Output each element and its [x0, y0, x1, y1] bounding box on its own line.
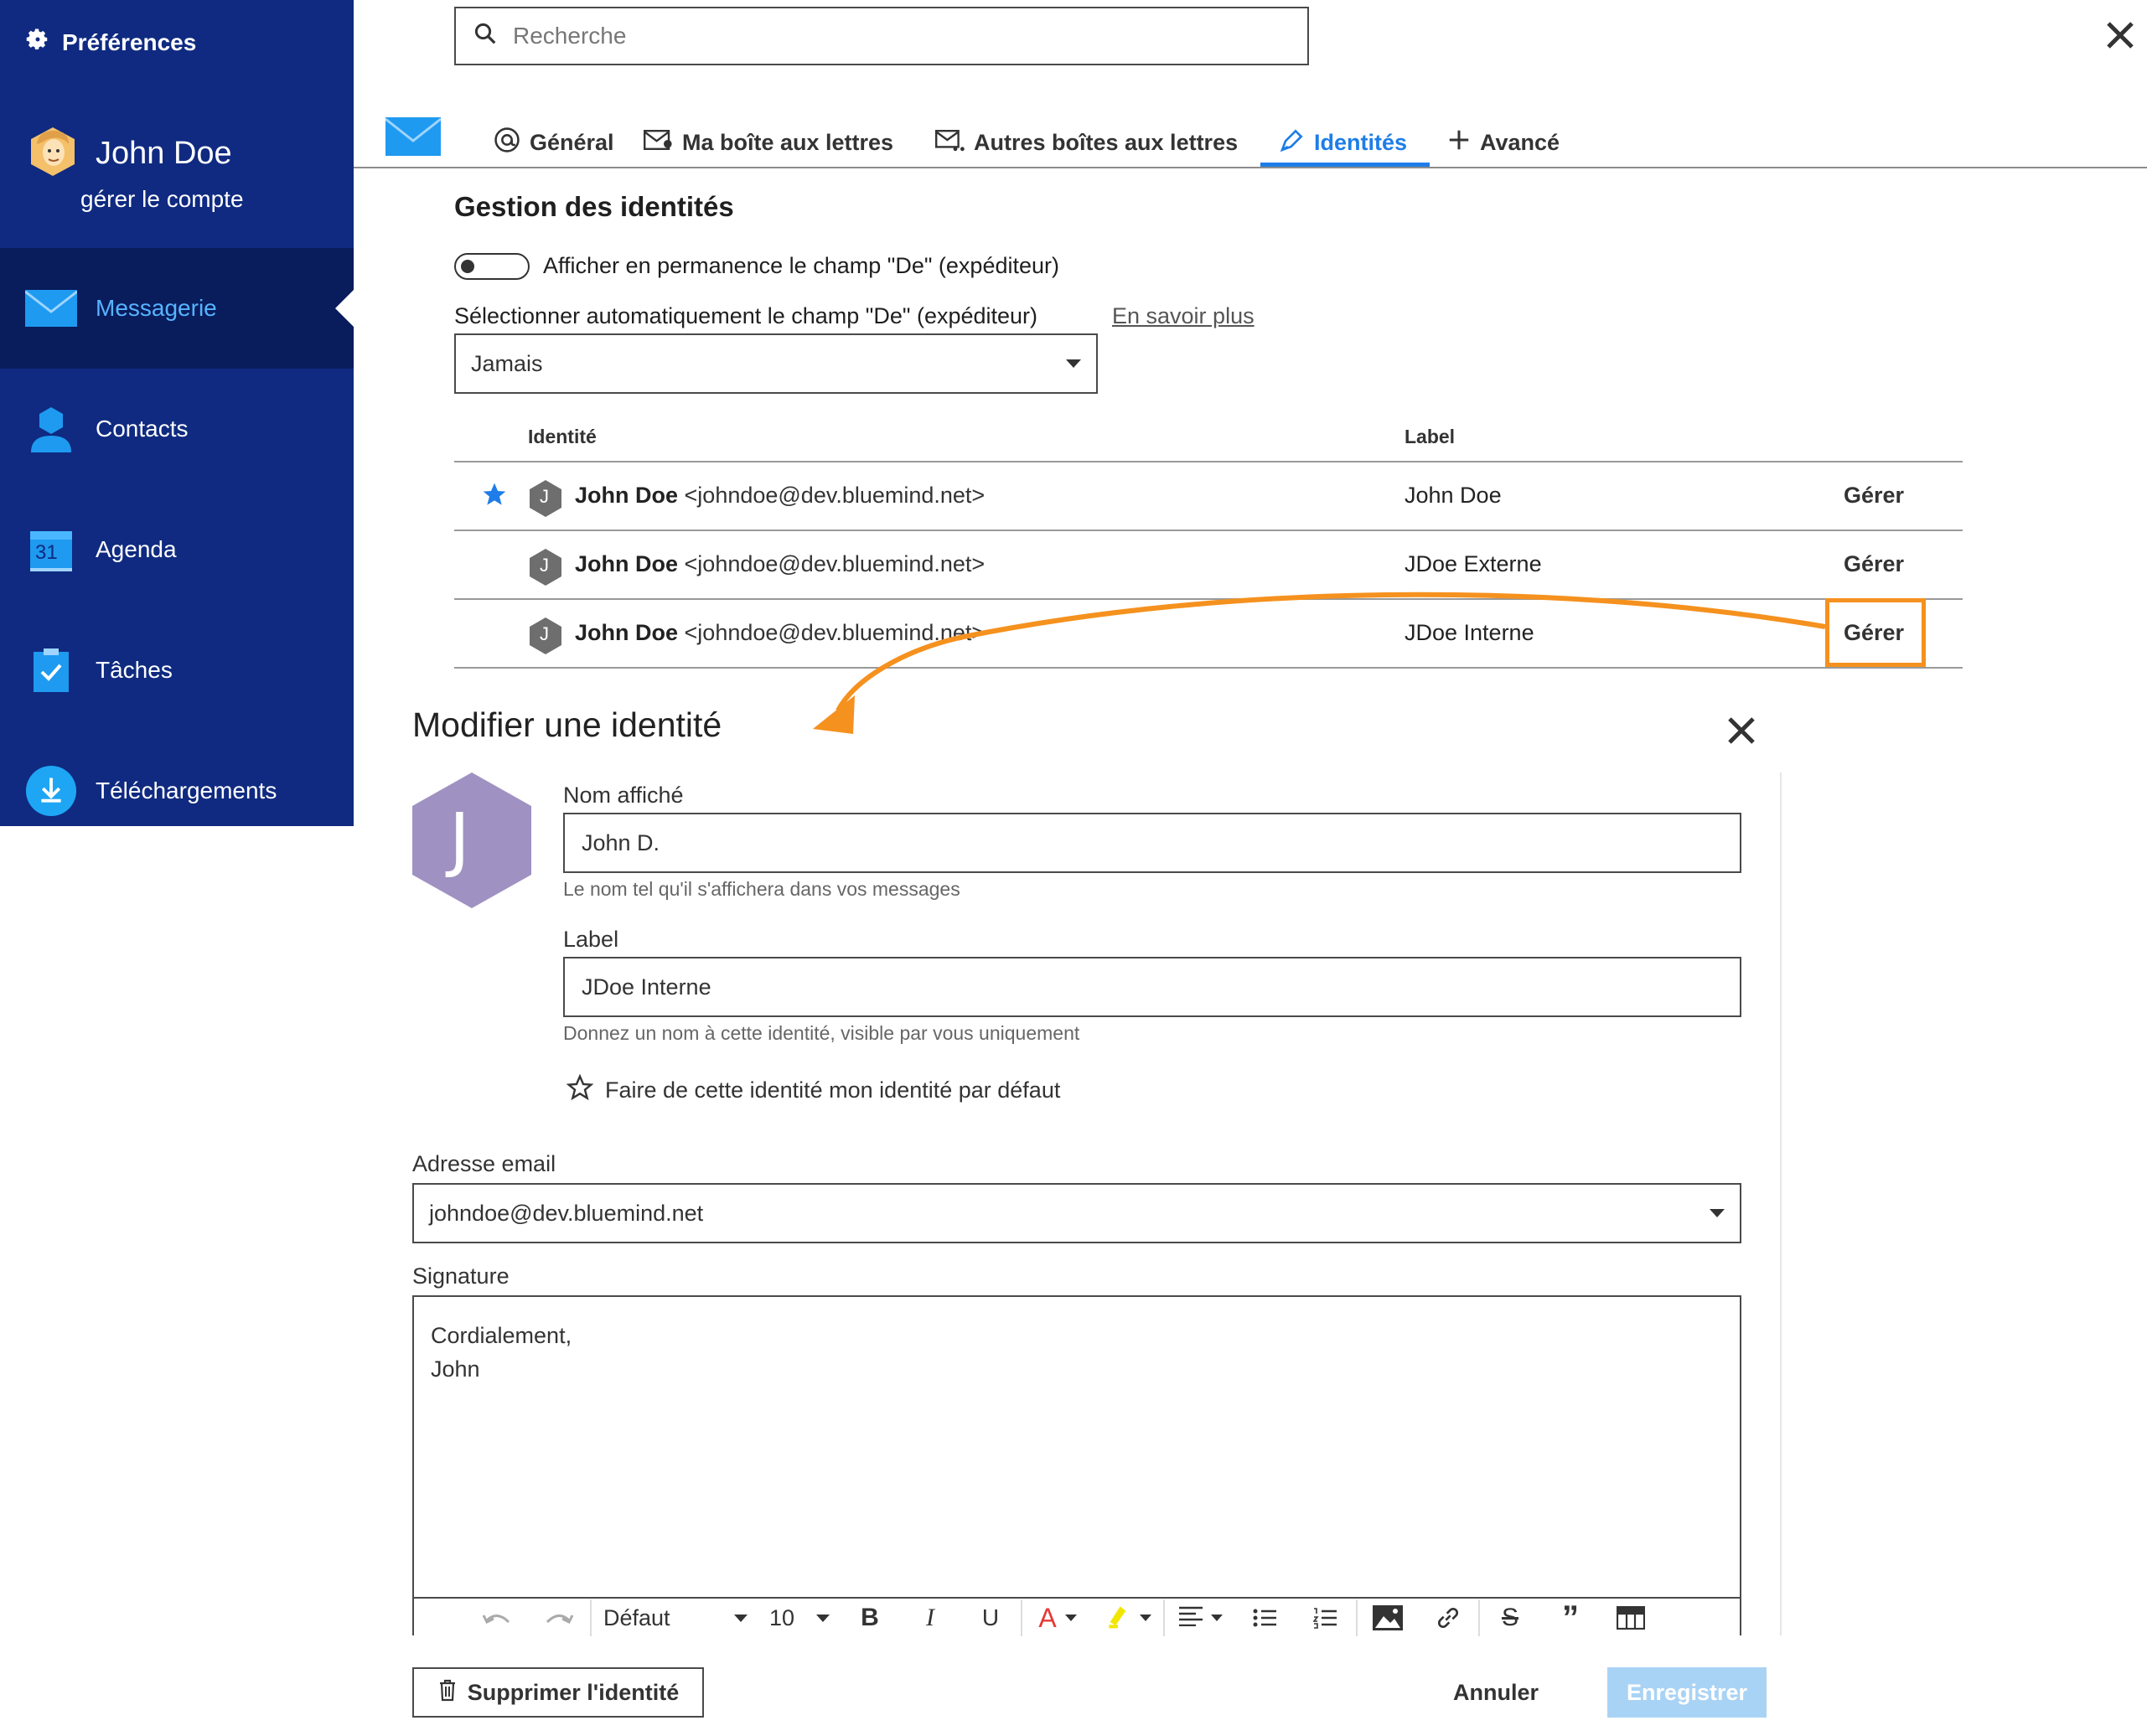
- modal-title: Modifier une identité: [412, 705, 722, 744]
- bullet-list-icon[interactable]: [1235, 1599, 1296, 1637]
- modal-close-icon[interactable]: [1725, 714, 1758, 747]
- bold-button[interactable]: B: [840, 1599, 900, 1637]
- font-size-select[interactable]: 10: [759, 1599, 840, 1637]
- font-family-select[interactable]: Défaut: [592, 1599, 759, 1637]
- highlight-button[interactable]: [1093, 1599, 1163, 1637]
- rich-text-toolbar: Défaut 10 B I U A S ”: [414, 1597, 1740, 1637]
- signature-label: Signature: [412, 1263, 510, 1289]
- chevron-down-icon: [1064, 1615, 1077, 1621]
- align-button[interactable]: [1165, 1599, 1235, 1637]
- star-outline-icon: [566, 1073, 594, 1107]
- save-button[interactable]: Enregistrer: [1607, 1667, 1767, 1718]
- email-label: Adresse email: [412, 1151, 556, 1176]
- display-name-input[interactable]: John D.: [563, 813, 1741, 873]
- display-name-value: John D.: [582, 829, 660, 855]
- email-select[interactable]: johndoe@dev.bluemind.net: [412, 1183, 1741, 1243]
- chevron-down-icon: [816, 1614, 830, 1622]
- image-icon[interactable]: [1358, 1599, 1418, 1637]
- signature-content: Cordialement, John: [431, 1319, 572, 1386]
- chevron-down-icon: [1140, 1615, 1151, 1621]
- font-size-value: 10: [769, 1604, 795, 1630]
- text-color-icon: A: [1038, 1602, 1057, 1633]
- italic-button[interactable]: I: [900, 1599, 960, 1637]
- display-name-label: Nom affiché: [563, 783, 684, 808]
- chevron-down-icon: [1211, 1615, 1223, 1621]
- numbered-list-icon[interactable]: [1296, 1599, 1356, 1637]
- avatar-letter: J: [449, 798, 470, 880]
- label-value: JDoe Interne: [582, 974, 711, 1000]
- delete-identity-label: Supprimer l'identité: [467, 1679, 680, 1705]
- trash-icon: [437, 1678, 458, 1708]
- table-icon[interactable]: [1601, 1599, 1661, 1637]
- label-input[interactable]: JDoe Interne: [563, 957, 1741, 1017]
- signature-editor[interactable]: Cordialement, John: [412, 1295, 1741, 1635]
- chevron-down-icon: [734, 1614, 748, 1622]
- modal-scrollbar-track: [1780, 772, 1782, 1635]
- label-field-label: Label: [563, 927, 619, 952]
- link-icon[interactable]: [1418, 1599, 1478, 1637]
- label-hint: Donnez un nom à cette identité, visible …: [563, 1022, 1080, 1044]
- delete-identity-button[interactable]: Supprimer l'identité: [412, 1667, 704, 1718]
- strikethrough-button[interactable]: S: [1480, 1599, 1540, 1637]
- undo-icon[interactable]: [466, 1599, 528, 1637]
- default-identity-label: Faire de cette identité mon identité par…: [605, 1077, 1061, 1103]
- email-value: johndoe@dev.bluemind.net: [429, 1200, 704, 1226]
- font-family-value: Défaut: [603, 1604, 670, 1630]
- signature-line: Cordialement,: [431, 1323, 572, 1348]
- underline-button[interactable]: U: [960, 1599, 1021, 1637]
- identity-avatar-large: J: [412, 772, 531, 908]
- display-name-hint: Le nom tel qu'il s'affichera dans vos me…: [563, 878, 960, 900]
- signature-line: John: [431, 1356, 480, 1382]
- redo-icon[interactable]: [528, 1599, 590, 1637]
- default-identity-option[interactable]: Faire de cette identité mon identité par…: [566, 1073, 1061, 1107]
- cancel-button[interactable]: Annuler: [1441, 1667, 1550, 1718]
- quote-icon[interactable]: ”: [1540, 1599, 1601, 1637]
- align-left-icon: [1177, 1604, 1204, 1632]
- highlighter-icon: [1105, 1602, 1131, 1635]
- chevron-down-icon: [1710, 1209, 1725, 1217]
- text-color-button[interactable]: A: [1022, 1599, 1093, 1637]
